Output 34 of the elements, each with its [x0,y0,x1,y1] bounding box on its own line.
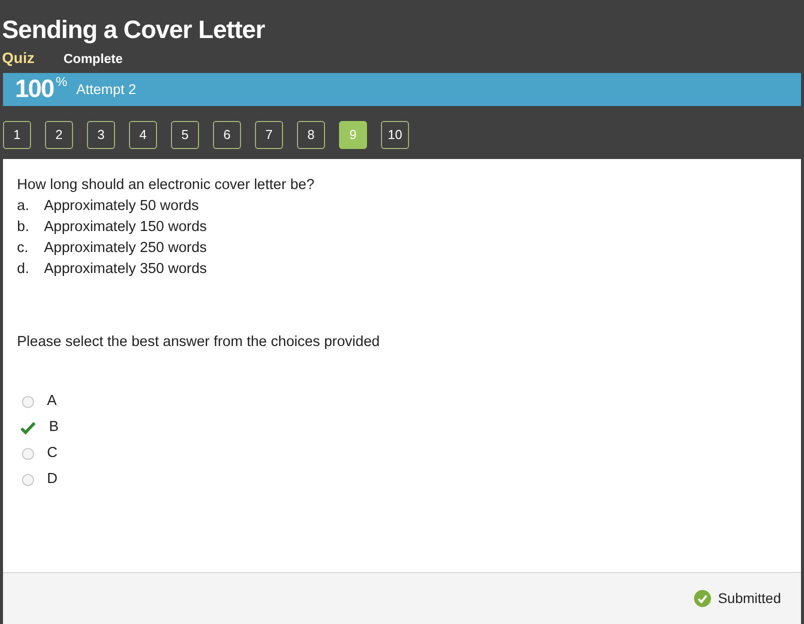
question-number-button[interactable]: 1 [3,121,31,149]
submitted-status: Submitted [718,589,781,608]
question-text: How long should an electronic cover letter be? [17,176,316,195]
attempt-label: Attempt 2 [76,80,136,99]
answer-label: C [47,444,58,464]
question-number-button[interactable]: 7 [255,121,283,149]
choice-letter: c. [17,239,30,258]
choice-letter: d. [17,260,30,279]
question-number-button[interactable]: 6 [213,121,241,149]
choice-text: Approximately 150 words [44,218,207,237]
answer-label: D [47,470,58,490]
choice-letter: b. [17,218,30,237]
quiz-label: Quiz [2,49,34,69]
check-circle-icon [694,590,711,607]
instruction-text: Please select the best answer from the choices provided [17,333,381,352]
answer-label: A [47,392,57,412]
choice-text: Approximately 50 words [44,197,199,216]
radio-button[interactable] [20,473,36,487]
radio-button[interactable] [20,447,36,461]
choice-letter: a. [17,197,30,216]
checkmark-icon[interactable] [20,421,36,435]
question-number-button[interactable]: 4 [129,121,157,149]
question-number-button[interactable]: 5 [171,121,199,149]
choice-text: Approximately 250 words [44,239,207,258]
status-label: Complete [64,50,123,68]
score: 100$^{%}$ [15,73,66,105]
question-number-button[interactable]: 3 [87,121,115,149]
radio-button[interactable] [20,395,36,409]
question-number-button[interactable]: 8 [297,121,325,149]
page-title: Sending a Cover Letter [2,15,266,46]
question-number-button[interactable]: 2 [45,121,73,149]
answer-label: B [49,418,59,438]
choice-text: Approximately 350 words [44,260,207,279]
question-number-button[interactable]: 10 [381,121,409,149]
